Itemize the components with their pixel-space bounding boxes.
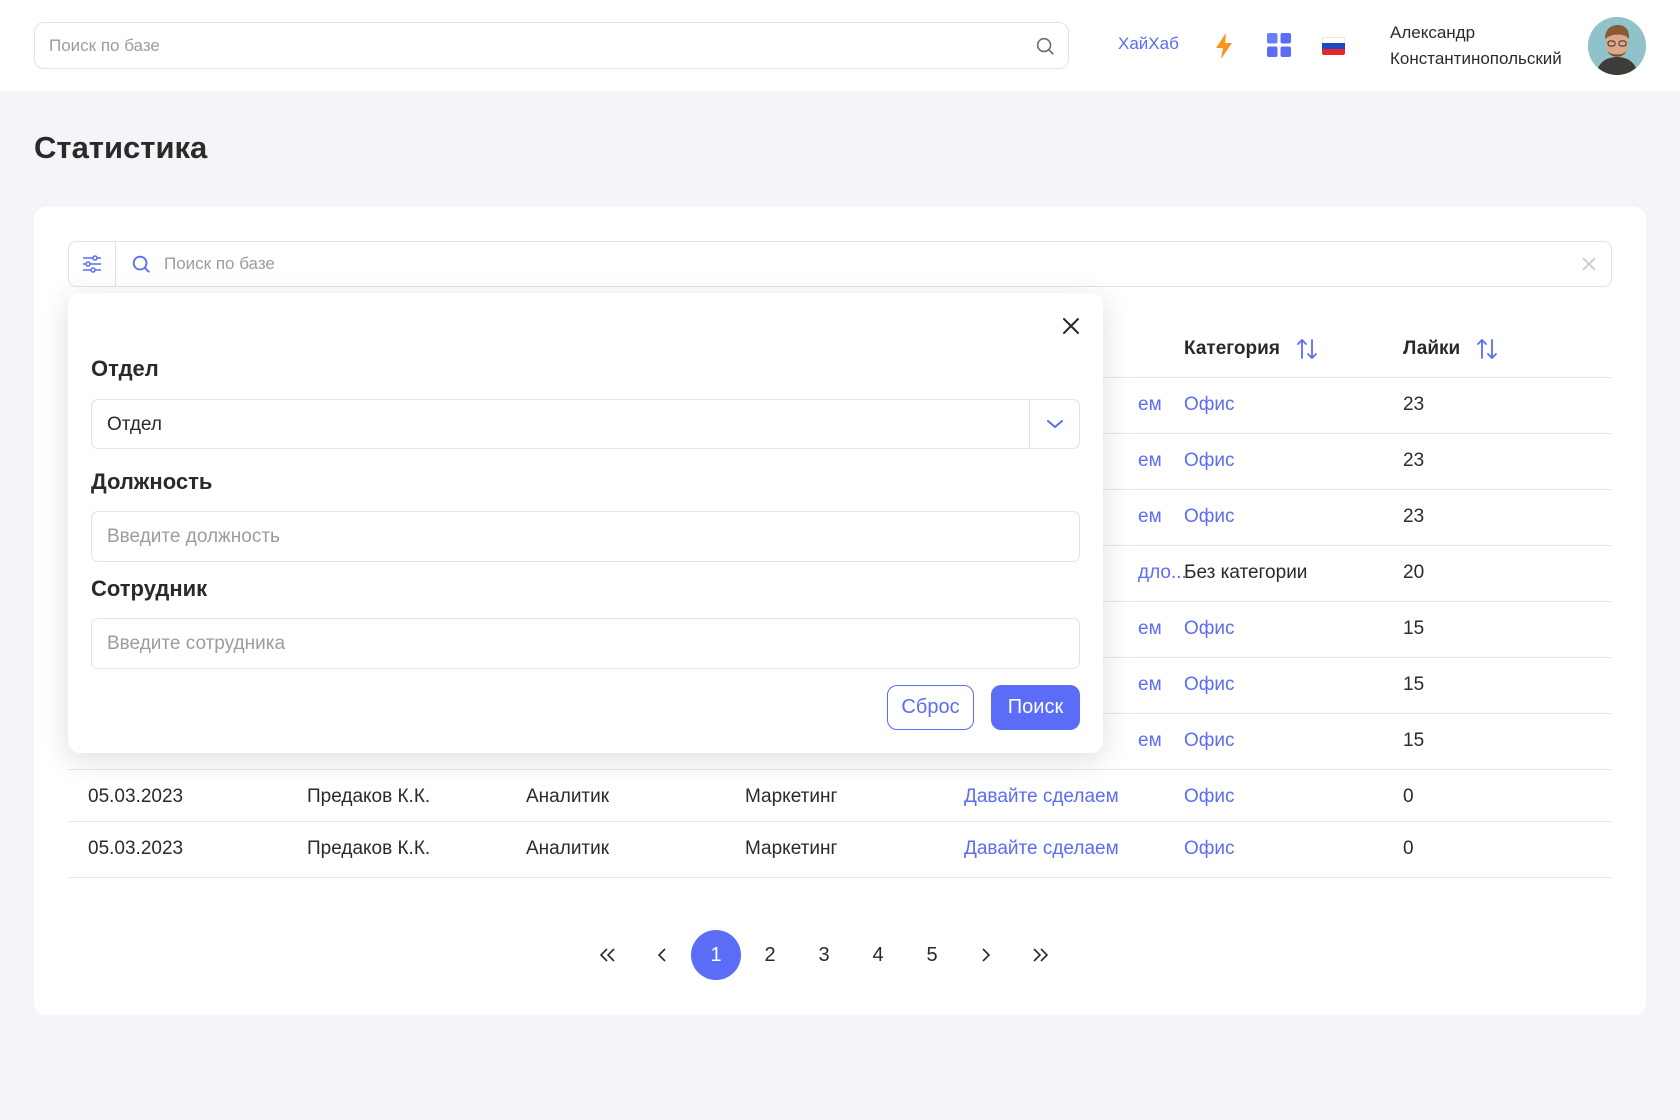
cell-title-link[interactable]: дло... xyxy=(1138,562,1187,584)
apps-grid-icon[interactable] xyxy=(1267,33,1291,57)
page-2-button[interactable]: 2 xyxy=(745,930,795,980)
filter-popup: Отдел Отдел Должность Сотрудник Сброс По… xyxy=(68,293,1103,753)
page-5-button[interactable]: 5 xyxy=(907,930,957,980)
chevron-left-icon xyxy=(657,948,666,962)
table-row[interactable]: 05.03.2023 Предаков К.К. Аналитик Маркет… xyxy=(68,769,1612,825)
cell-title-link[interactable]: ем xyxy=(1138,450,1162,472)
column-header-category[interactable]: Категория xyxy=(1184,337,1318,361)
cell-category-link[interactable]: Офис xyxy=(1184,618,1235,640)
column-header-label: Лайки xyxy=(1403,338,1461,359)
sort-icon[interactable] xyxy=(1296,337,1318,361)
cell-likes: 15 xyxy=(1403,618,1425,639)
cell-category-link[interactable]: Офис xyxy=(1184,394,1235,416)
search-button[interactable]: Поиск xyxy=(991,685,1080,730)
close-icon[interactable] xyxy=(1059,314,1083,338)
cell-category-link[interactable]: Офис xyxy=(1184,838,1235,860)
cell-employee: Предаков К.К. xyxy=(307,786,431,807)
cell-employee: Предаков К.К. xyxy=(307,838,431,859)
user-first-name: Александр xyxy=(1390,23,1476,42)
avatar[interactable] xyxy=(1588,17,1646,75)
russia-flag-icon[interactable] xyxy=(1322,37,1345,55)
haihab-link[interactable]: ХайХаб xyxy=(1118,34,1179,54)
top-bar: ХайХаб Александр Константинопольский xyxy=(0,0,1680,91)
position-label: Должность xyxy=(91,469,213,494)
user-last-name: Константинопольский xyxy=(1390,49,1562,68)
page-1-button[interactable]: 1 xyxy=(691,930,741,980)
cell-category-link[interactable]: Офис xyxy=(1184,786,1235,808)
prev-page-button[interactable] xyxy=(637,930,687,980)
global-search[interactable] xyxy=(34,22,1069,69)
cell-category-link[interactable]: Офис xyxy=(1184,450,1235,472)
position-input[interactable] xyxy=(91,511,1080,562)
cell-title-link[interactable]: Давайте сделаем xyxy=(964,786,1119,808)
cell-likes: 15 xyxy=(1403,730,1425,751)
table-filter-bar xyxy=(68,241,1612,287)
search-icon[interactable] xyxy=(1034,35,1056,57)
cell-category-link[interactable]: Офис xyxy=(1184,506,1235,528)
cell-title-link[interactable]: ем xyxy=(1138,730,1162,752)
next-page-button[interactable] xyxy=(961,930,1011,980)
cell-likes: 0 xyxy=(1403,838,1414,859)
cell-title-link[interactable]: ем xyxy=(1138,618,1162,640)
cell-title-link[interactable]: ем xyxy=(1138,674,1162,696)
reset-button[interactable]: Сброс xyxy=(887,685,974,730)
cell-title-link[interactable]: ем xyxy=(1138,394,1162,416)
cell-likes: 23 xyxy=(1403,450,1425,471)
department-label: Отдел xyxy=(91,356,159,381)
table-bottom-divider xyxy=(68,877,1612,878)
cell-category-link[interactable]: Офис xyxy=(1184,730,1235,752)
cell-likes: 23 xyxy=(1403,506,1425,527)
cell-title-link[interactable]: ем xyxy=(1138,506,1162,528)
table-search-input[interactable] xyxy=(164,242,1544,286)
clear-icon[interactable] xyxy=(1581,256,1597,272)
filter-sliders-icon xyxy=(83,255,101,273)
page-4-button[interactable]: 4 xyxy=(853,930,903,980)
employee-input[interactable] xyxy=(91,618,1080,669)
filter-toggle-button[interactable] xyxy=(69,242,116,286)
chevron-down-icon xyxy=(1046,420,1063,428)
column-header-label: Категория xyxy=(1184,338,1280,359)
department-select-toggle[interactable] xyxy=(1029,400,1079,448)
employee-label: Сотрудник xyxy=(91,576,208,601)
cell-department: Маркетинг xyxy=(745,838,838,859)
user-name[interactable]: Александр Константинопольский xyxy=(1390,20,1562,72)
double-chevron-right-icon xyxy=(1033,948,1049,962)
page-3-button[interactable]: 3 xyxy=(799,930,849,980)
global-search-input[interactable] xyxy=(49,23,1009,68)
sort-icon[interactable] xyxy=(1476,337,1498,361)
last-page-button[interactable] xyxy=(1015,930,1065,980)
cell-position: Аналитик xyxy=(526,838,610,859)
lightning-icon[interactable] xyxy=(1213,32,1235,60)
department-select[interactable]: Отдел xyxy=(91,399,1080,449)
first-page-button[interactable] xyxy=(583,930,633,980)
cell-category: Без категории xyxy=(1184,562,1308,583)
cell-category-link[interactable]: Офис xyxy=(1184,674,1235,696)
chevron-right-icon xyxy=(982,948,991,962)
column-header-likes[interactable]: Лайки xyxy=(1403,337,1498,361)
cell-department: Маркетинг xyxy=(745,786,838,807)
cell-title-link[interactable]: Давайте сделаем xyxy=(964,838,1119,860)
cell-likes: 15 xyxy=(1403,674,1425,695)
table-row[interactable]: 05.03.2023 Предаков К.К. Аналитик Маркет… xyxy=(68,821,1612,877)
search-icon xyxy=(132,255,150,273)
cell-position: Аналитик xyxy=(526,786,610,807)
page-title: Статистика xyxy=(34,130,208,165)
cell-likes: 0 xyxy=(1403,786,1414,807)
cell-date: 05.03.2023 xyxy=(88,838,184,859)
department-select-value: Отдел xyxy=(107,414,162,435)
cell-date: 05.03.2023 xyxy=(88,786,184,807)
cell-likes: 23 xyxy=(1403,394,1425,415)
double-chevron-left-icon xyxy=(599,948,615,962)
pagination: 1 2 3 4 5 xyxy=(34,930,1646,980)
cell-likes: 20 xyxy=(1403,562,1425,583)
